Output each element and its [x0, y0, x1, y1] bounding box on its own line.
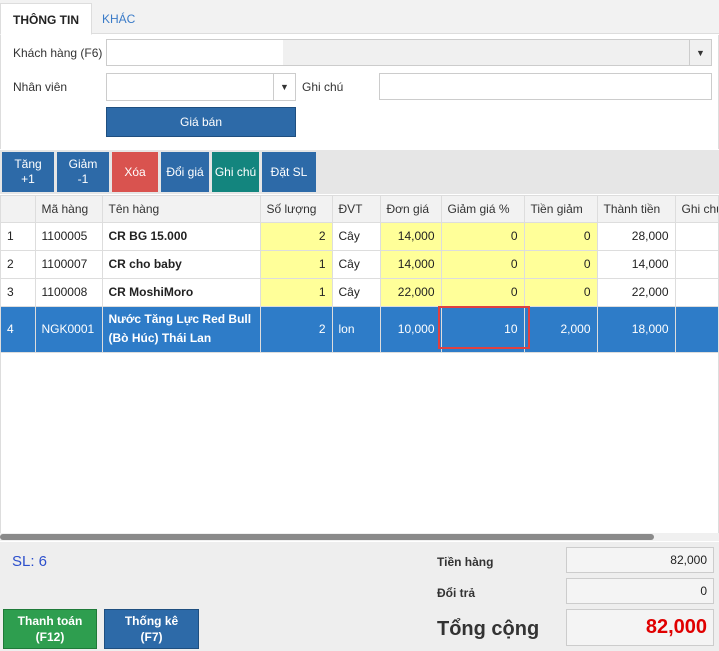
note-input[interactable] [379, 73, 712, 100]
discount-percent-cell[interactable]: 0 [441, 250, 525, 279]
unit-price-cell[interactable]: 10,000 [380, 306, 442, 353]
item-code: NGK0001 [35, 306, 103, 353]
quantity-cell[interactable]: 1 [260, 278, 333, 307]
statistics-button-shortcut: (F7) [140, 630, 163, 644]
unit-price-cell[interactable]: 14,000 [380, 222, 442, 251]
discount-amount-cell[interactable]: 0 [524, 250, 598, 279]
unit-price-cell[interactable]: 22,000 [380, 278, 442, 307]
row-number: 3 [1, 278, 36, 307]
item-name: CR cho baby [102, 250, 261, 279]
tab-other[interactable]: KHÁC [90, 3, 147, 35]
employee-select[interactable]: ▼ [106, 73, 296, 101]
order-items-table: Mã hàng Tên hàng Số lượng ĐVT Đơn giá Gi… [1, 196, 718, 353]
item-code: 1100007 [35, 250, 103, 279]
payment-button[interactable]: Thanh toán (F12) [3, 609, 97, 649]
discount-amount-cell[interactable]: 2,000 [524, 306, 598, 353]
column-header[interactable] [1, 196, 36, 223]
row-number: 1 [1, 222, 36, 251]
unit-cell: Cây [332, 278, 381, 307]
note-cell[interactable] [675, 250, 718, 279]
row-number: 2 [1, 250, 36, 279]
table-row[interactable]: 2 1100007 CR cho baby 1 Cây 14,000 0 0 1… [1, 250, 718, 279]
sale-price-button[interactable]: Giá bán [106, 107, 296, 137]
table-row[interactable]: 1 1100005 CR BG 15.000 2 Cây 14,000 0 0 … [1, 222, 718, 251]
decrease-button[interactable]: Giảm -1 [57, 152, 109, 192]
item-code: 1100005 [35, 222, 103, 251]
customer-select[interactable]: ▼ [106, 39, 712, 66]
line-total-cell: 22,000 [597, 278, 676, 307]
payment-button-shortcut: (F12) [35, 630, 65, 644]
line-total-cell: 14,000 [597, 250, 676, 279]
return-label: Đổi trả [437, 586, 476, 600]
column-header[interactable]: Thành tiền [597, 196, 676, 223]
quantity-cell[interactable]: 2 [260, 222, 333, 251]
item-name: CR MoshiMoro [102, 278, 261, 307]
unit-cell: lon [332, 306, 381, 353]
change-price-button[interactable]: Đổi giá [161, 152, 209, 192]
increase-button[interactable]: Tăng +1 [2, 152, 54, 192]
note-cell[interactable] [675, 222, 718, 251]
column-header[interactable]: Tên hàng [102, 196, 261, 223]
decrease-label: Giảm -1 [68, 157, 98, 186]
payment-button-label: Thanh toán [17, 614, 83, 628]
item-name: CR BG 15.000 [102, 222, 261, 251]
line-total-cell: 28,000 [597, 222, 676, 251]
discount-percent-cell[interactable]: 0 [441, 278, 525, 307]
discount-highlight-box [438, 306, 530, 349]
tab-bar: THÔNG TIN KHÁC [0, 0, 719, 35]
item-name: Nước Tăng Lực Red Bull (Bò Húc) Thái Lan [102, 306, 261, 353]
total-label: Tổng cộng [437, 618, 540, 640]
note-label: Ghi chú [302, 80, 344, 94]
action-toolbar: Tăng +1 Giảm -1 Xóa Đổi giá Ghi chú Đặt … [0, 150, 719, 194]
column-header[interactable]: Mã hàng [35, 196, 103, 223]
table-row[interactable]: 3 1100008 CR MoshiMoro 1 Cây 22,000 0 0 … [1, 278, 718, 307]
order-info-form: Khách hàng (F6) ▼ Nhân viên ▼ Ghi chú Gi… [0, 35, 719, 149]
item-code: 1100008 [35, 278, 103, 307]
statistics-button-label: Thống kê [124, 614, 179, 628]
discount-amount-cell[interactable]: 0 [524, 278, 598, 307]
column-header[interactable]: Đơn giá [380, 196, 442, 223]
line-total-cell: 18,000 [597, 306, 676, 353]
discount-percent-cell[interactable]: 0 [441, 222, 525, 251]
row-number: 4 [1, 306, 36, 353]
table-row-selected[interactable]: 4 NGK0001 Nước Tăng Lực Red Bull (Bò Húc… [1, 306, 718, 353]
statistics-button[interactable]: Thống kê (F7) [104, 609, 199, 649]
summary-footer: SL: 6 Tiền hàng 82,000 Đổi trả 0 Tổng cộ… [0, 542, 719, 651]
column-header[interactable]: ĐVT [332, 196, 381, 223]
chevron-down-icon[interactable]: ▼ [273, 74, 295, 100]
note-cell[interactable] [675, 306, 718, 353]
discount-amount-cell[interactable]: 0 [524, 222, 598, 251]
quantity-cell[interactable]: 1 [260, 250, 333, 279]
return-value: 0 [566, 578, 714, 604]
column-header[interactable]: Số lượng [260, 196, 333, 223]
item-count: SL: 6 [12, 553, 48, 570]
horizontal-scrollbar[interactable] [0, 533, 719, 541]
column-header[interactable]: Tiền giảm [524, 196, 598, 223]
total-value: 82,000 [566, 609, 714, 646]
note-cell[interactable] [675, 278, 718, 307]
table-header: Mã hàng Tên hàng Số lượng ĐVT Đơn giá Gi… [1, 196, 718, 223]
column-header[interactable]: Ghi chú [675, 196, 718, 223]
customer-label: Khách hàng (F6) [13, 46, 103, 60]
employee-label: Nhân viên [13, 80, 68, 94]
subtotal-value: 82,000 [566, 547, 714, 573]
subtotal-label: Tiền hàng [437, 555, 494, 569]
note-button[interactable]: Ghi chú [212, 152, 259, 192]
column-header[interactable]: Giảm giá % [441, 196, 525, 223]
set-quantity-button[interactable]: Đặt SL [262, 152, 316, 192]
scrollbar-thumb[interactable] [0, 534, 654, 540]
increase-label: Tăng +1 [14, 157, 42, 186]
quantity-cell[interactable]: 2 [260, 306, 333, 353]
chevron-down-icon[interactable]: ▼ [689, 40, 711, 65]
unit-price-cell[interactable]: 14,000 [380, 250, 442, 279]
unit-cell: Cây [332, 222, 381, 251]
order-items-grid: Mã hàng Tên hàng Số lượng ĐVT Đơn giá Gi… [0, 195, 719, 535]
tab-info[interactable]: THÔNG TIN [0, 3, 92, 35]
delete-button[interactable]: Xóa [112, 152, 158, 192]
unit-cell: Cây [332, 250, 381, 279]
